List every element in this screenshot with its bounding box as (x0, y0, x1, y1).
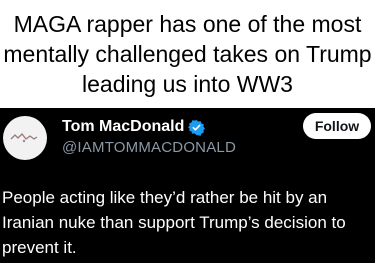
author-display-name[interactable]: Tom MacDonald (62, 117, 184, 137)
meme-caption: MAGA rapper has one of the most mentally… (0, 0, 375, 108)
tweet-card: Tom MacDonald @IAMTOMMACDONALD Follow Pe… (0, 108, 375, 263)
follow-button[interactable]: Follow (303, 113, 371, 139)
caption-text: MAGA rapper has one of the most mentally… (3, 11, 372, 97)
avatar[interactable] (3, 116, 47, 160)
avatar-image-icon (10, 133, 38, 143)
tweet-text: People acting like they’d rather be hit … (2, 188, 346, 257)
verified-badge-icon (188, 119, 206, 136)
author-name-row: Tom MacDonald (62, 117, 206, 137)
author-handle[interactable]: @IAMTOMMACDONALD (62, 138, 236, 158)
